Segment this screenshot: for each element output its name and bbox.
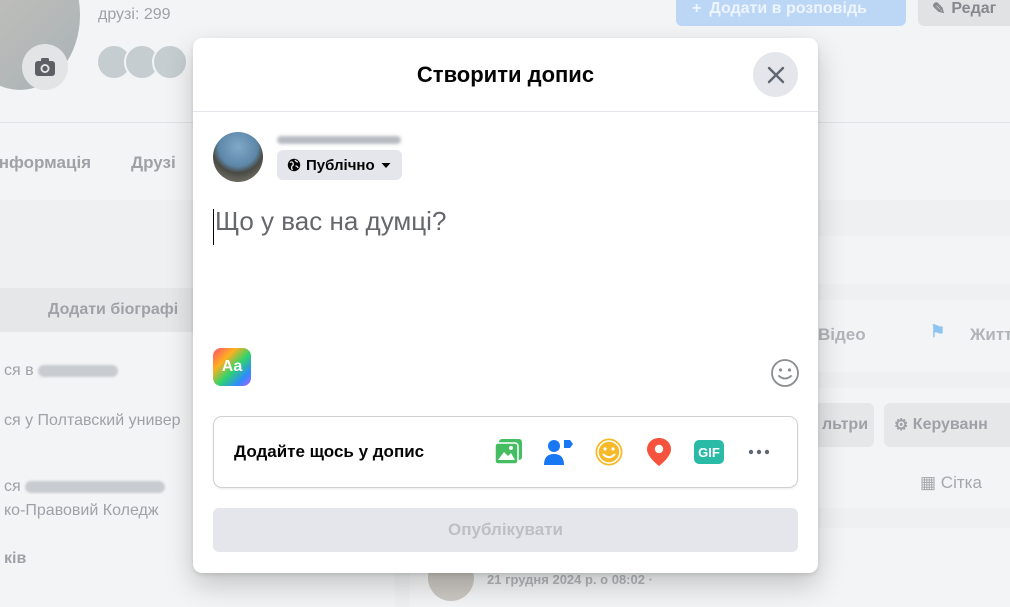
check-in-icon xyxy=(647,438,671,466)
publish-button[interactable]: Опублікувати xyxy=(213,508,798,552)
edit-profile-label: Редаг xyxy=(951,0,997,17)
camera-icon xyxy=(22,44,68,90)
smiley-icon xyxy=(771,359,799,387)
intro-line: ків xyxy=(4,550,27,567)
add-to-story-label: Додати в розповідь xyxy=(709,0,867,17)
close-icon xyxy=(767,66,784,83)
photo-video-icon xyxy=(494,439,522,465)
emoji-button[interactable] xyxy=(770,358,800,388)
add-to-post-bar: Додайте щось у допис GIF xyxy=(213,416,798,488)
gif-label: GIF xyxy=(698,445,720,460)
add-to-post-actions: GIF xyxy=(491,434,777,470)
tag-people-button[interactable] xyxy=(541,434,577,470)
gif-icon: GIF xyxy=(694,440,724,464)
video-label: Відео xyxy=(818,325,866,344)
tab-about: інформація xyxy=(0,153,92,172)
text-background-button[interactable]: Aa xyxy=(213,348,251,386)
friends-count: друзі: 299 xyxy=(98,6,171,23)
check-in-button[interactable] xyxy=(641,434,677,470)
photo-video-button[interactable] xyxy=(491,434,527,470)
more-options-button[interactable] xyxy=(741,434,777,470)
intro-line: ся в xyxy=(4,362,119,380)
dialog-title: Створити допис xyxy=(416,61,595,87)
grid-icon: ▦ xyxy=(920,473,941,492)
create-post-dialog: Створити допис Публічно Aa Додайте щось … xyxy=(193,38,818,573)
globe-icon xyxy=(287,158,301,172)
add-to-story-button: + Додати в розповідь xyxy=(676,0,906,26)
intro-line: ко-Правовий Коледж xyxy=(4,502,159,519)
add-to-post-label: Додайте щось у допис xyxy=(234,442,425,461)
more-icon xyxy=(748,449,770,455)
author-name-redacted xyxy=(277,136,401,144)
filters-button: льтри xyxy=(812,403,874,447)
pencil-icon: ✎ xyxy=(932,1,946,18)
intro-line: ся у Полтавский универ xyxy=(4,412,181,429)
gear-icon: ⚙ xyxy=(894,417,913,434)
author-meta: Публічно xyxy=(277,132,402,182)
feeling-activity-button[interactable] xyxy=(591,434,627,470)
author-row: Публічно xyxy=(213,132,402,182)
flag-icon: ⚑ xyxy=(930,322,946,341)
friend-avatars xyxy=(96,44,188,80)
grid-view-tab: ▦ Сітка xyxy=(920,473,982,492)
audience-label: Публічно xyxy=(306,156,375,174)
text-format-label: Aa xyxy=(221,358,243,375)
tag-people-icon xyxy=(544,440,573,465)
life-event-label: Житт xyxy=(970,325,1010,344)
post-date: 21 грудня 2024 р. о 08:02 · xyxy=(487,572,653,587)
manage-posts-button: ⚙ Керуванн xyxy=(884,403,1010,447)
audience-selector[interactable]: Публічно xyxy=(277,150,402,180)
post-composer xyxy=(213,206,793,336)
caret-down-icon xyxy=(381,163,391,168)
post-text-input[interactable] xyxy=(213,206,793,336)
intro-line: ся xyxy=(4,478,166,496)
gif-button[interactable]: GIF xyxy=(691,434,727,470)
edit-profile-button: ✎ Редаг xyxy=(918,0,1010,26)
feeling-icon xyxy=(595,438,623,466)
plus-icon: + xyxy=(692,0,702,17)
tab-friends: Друзі xyxy=(131,153,176,172)
author-avatar xyxy=(213,132,263,182)
dialog-header: Створити допис xyxy=(193,38,818,112)
text-cursor xyxy=(213,209,214,245)
close-button[interactable] xyxy=(753,52,798,97)
